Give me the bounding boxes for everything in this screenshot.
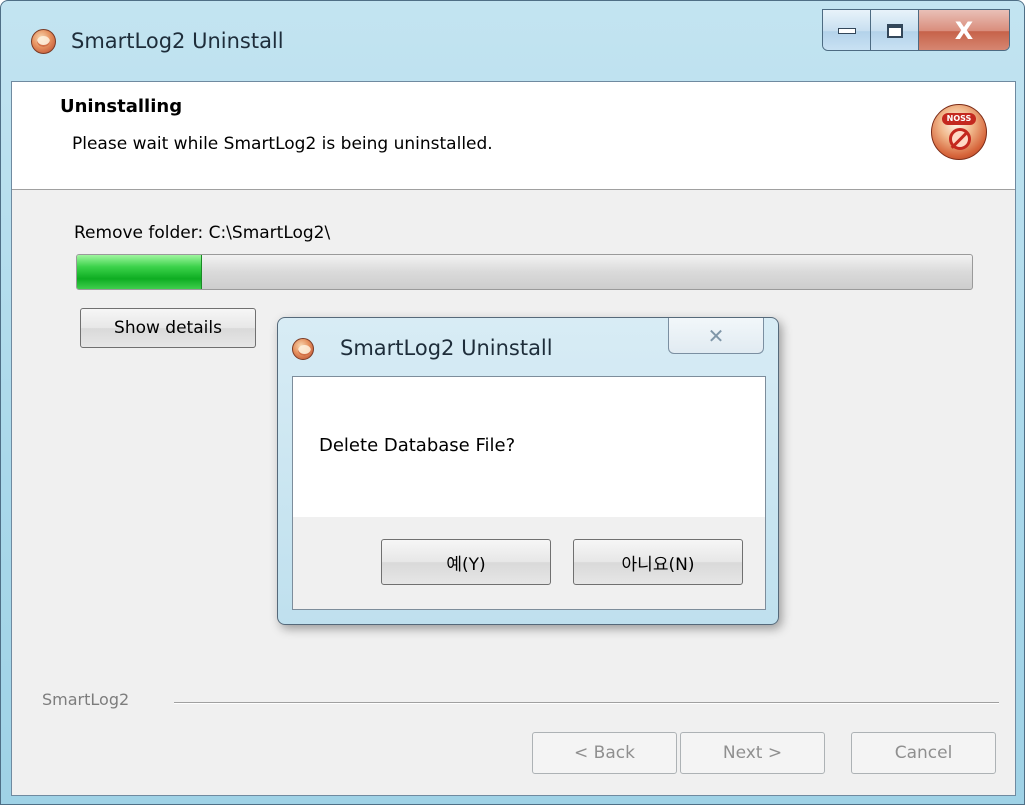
maximize-button[interactable] — [871, 10, 919, 50]
dialog-title: SmartLog2 Uninstall — [340, 336, 553, 360]
progress-bar — [76, 254, 973, 290]
yes-button[interactable]: 예(Y) — [381, 539, 551, 585]
progress-fill — [77, 255, 203, 289]
minimize-icon — [837, 28, 856, 34]
footer-divider — [174, 702, 999, 704]
dialog-close-button[interactable]: ✕ — [668, 318, 764, 354]
show-details-button[interactable]: Show details — [80, 308, 256, 348]
dialog-message: Delete Database File? — [319, 435, 516, 456]
minimize-button[interactable] — [823, 10, 871, 50]
page-header: Uninstalling Please wait while SmartLog2… — [12, 82, 1015, 190]
no-button[interactable]: 아니요(N) — [573, 539, 743, 585]
page-subtitle: Please wait while SmartLog2 is being uni… — [72, 134, 493, 154]
uninstall-logo-icon: NOSS — [931, 104, 987, 160]
window-title: SmartLog2 Uninstall — [71, 29, 284, 53]
close-icon: X — [954, 17, 974, 45]
maximize-icon — [886, 24, 903, 38]
close-icon: ✕ — [707, 323, 725, 348]
next-button[interactable]: Next > — [680, 732, 825, 774]
prohibited-icon — [949, 128, 971, 150]
dialog-message-area: Delete Database File? — [293, 377, 765, 517]
close-button[interactable]: X — [919, 10, 1009, 50]
page-title: Uninstalling — [60, 96, 183, 117]
back-button[interactable]: < Back — [532, 732, 677, 774]
brand-label: SmartLog2 — [42, 690, 130, 709]
logo-badge: NOSS — [942, 113, 976, 125]
dialog-body: Delete Database File? 예(Y) 아니요(N) — [292, 376, 766, 610]
smartlog2-app-icon — [31, 29, 56, 54]
title-bar[interactable]: SmartLog2 Uninstall X — [1, 1, 1024, 81]
caption-buttons: X — [822, 9, 1010, 51]
cancel-button[interactable]: Cancel — [851, 732, 996, 774]
delete-database-dialog: SmartLog2 Uninstall ✕ Delete Database Fi… — [277, 317, 779, 625]
progress-status: Remove folder: C:\SmartLog2\ — [74, 223, 331, 243]
smartlog2-app-icon — [292, 338, 314, 360]
